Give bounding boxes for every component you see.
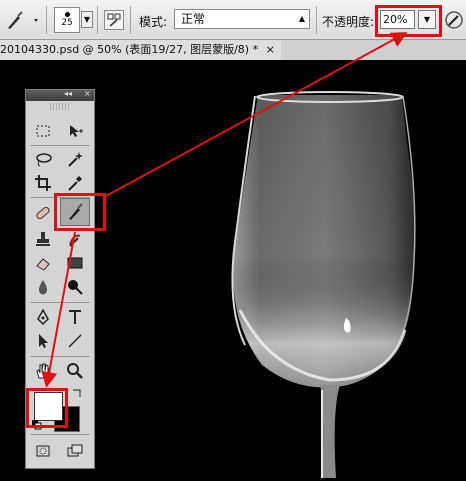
arrow-to-opacity (105, 32, 408, 197)
arrow-to-foreground-color (41, 231, 76, 388)
annotation-arrows (41, 32, 408, 388)
